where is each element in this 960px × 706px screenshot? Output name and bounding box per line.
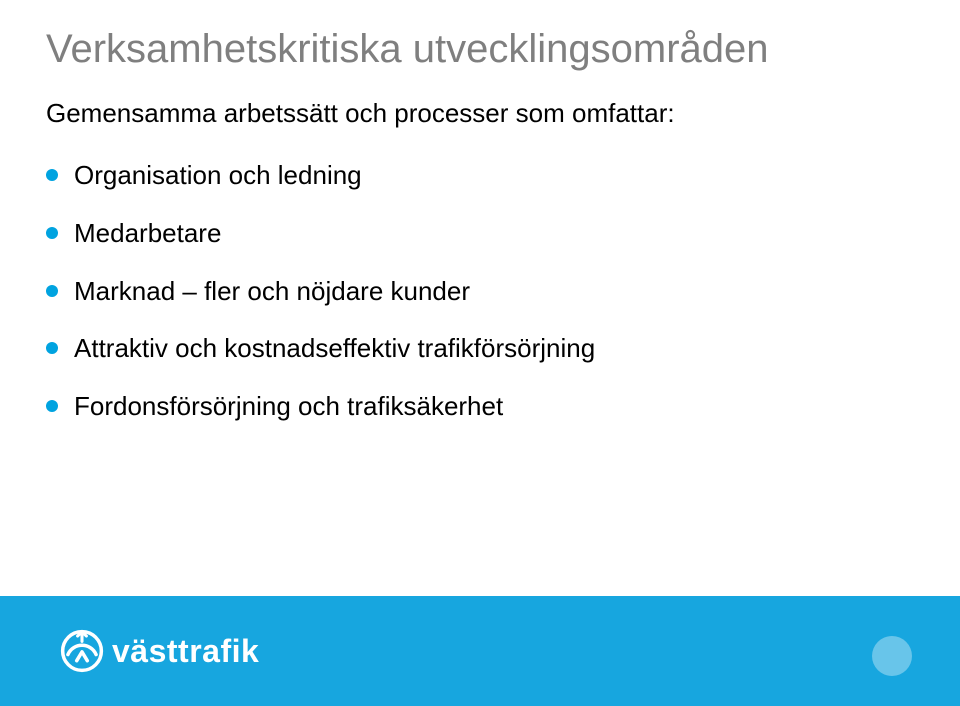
subtitle: Gemensamma arbetssätt och processer som … xyxy=(46,98,914,129)
list-item: Medarbetare xyxy=(46,217,914,251)
brand-name: västtrafik xyxy=(112,633,259,670)
brand-logo: västtrafik xyxy=(60,629,259,673)
list-item: Marknad – fler och nöjdare kunder xyxy=(46,275,914,309)
brand-mark-icon xyxy=(60,629,104,673)
bullet-list: Organisation och ledning Medarbetare Mar… xyxy=(46,159,914,424)
footer-bar: västtrafik xyxy=(0,596,960,706)
list-item: Attraktiv och kostnadseffektiv trafikför… xyxy=(46,332,914,366)
list-item: Fordonsförsörjning och trafiksäkerhet xyxy=(46,390,914,424)
footer-dot-icon xyxy=(872,636,912,676)
slide: Verksamhetskritiska utvecklingsområden G… xyxy=(0,0,960,706)
content-area: Verksamhetskritiska utvecklingsområden G… xyxy=(0,0,960,424)
list-item: Organisation och ledning xyxy=(46,159,914,193)
page-title: Verksamhetskritiska utvecklingsområden xyxy=(46,26,914,72)
